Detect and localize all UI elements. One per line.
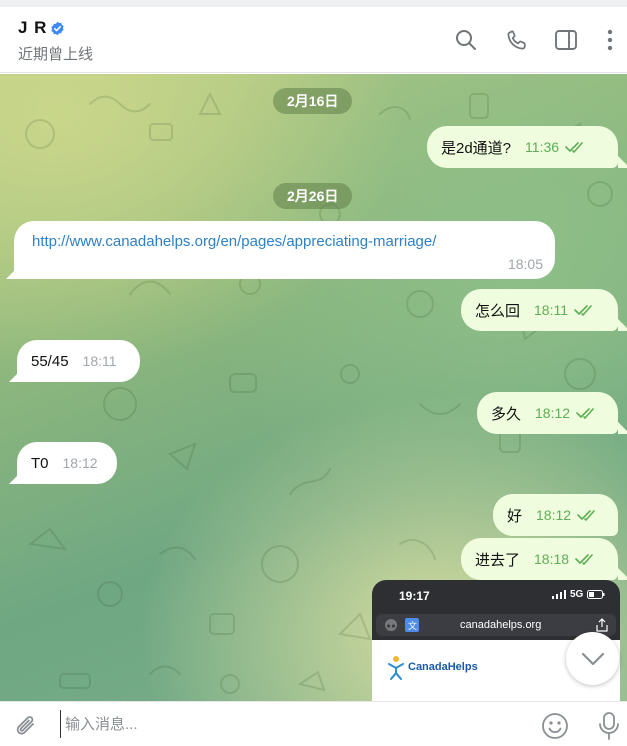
message-time: 18:12 (535, 405, 571, 421)
chevron-down-icon (581, 652, 604, 665)
photo-status-time: 19:17 (399, 589, 430, 603)
logo-text: CanadaHelps (408, 661, 478, 673)
message-text: T0 (31, 454, 49, 472)
battery-icon (587, 590, 605, 599)
message-time: 18:12 (536, 507, 572, 523)
photo-url: canadahelps.org (460, 619, 542, 631)
message-bubble-outgoing[interactable]: 怎么回 18:11 (461, 289, 618, 331)
svg-text:文: 文 (408, 620, 417, 632)
share-icon (596, 618, 608, 632)
message-time: 18:11 (82, 353, 117, 369)
phone-icon[interactable] (504, 27, 530, 53)
message-text: 怎么回 (475, 302, 521, 320)
search-icon[interactable] (453, 27, 479, 53)
message-text: 进去了 (475, 551, 521, 569)
read-double-check-icon (576, 408, 594, 419)
chat-title[interactable]: J R (18, 18, 47, 38)
logo-figure-icon (388, 656, 404, 680)
message-time: 18:18 (534, 551, 570, 567)
verified-badge-icon (51, 21, 65, 35)
message-text: 是2d通道? (441, 139, 512, 157)
message-bubble-outgoing[interactable]: 是2d通道? 11:36 (427, 126, 618, 168)
read-double-check-icon (575, 554, 593, 565)
message-input[interactable] (60, 710, 520, 738)
photo-signal: 5G (552, 589, 605, 600)
message-time: 11:36 (525, 139, 560, 155)
chat-area[interactable]: 2月16日 是2d通道? 11:36 2月26日 http://www.cana… (0, 74, 627, 701)
window-top-strip (0, 0, 627, 7)
read-double-check-icon (574, 305, 592, 316)
photo-address-field: 文 canadahelps.org (376, 614, 616, 636)
read-double-check-icon (565, 142, 583, 153)
signal-bars-icon (552, 590, 566, 599)
message-bubble-incoming[interactable]: 55/45 18:11 (17, 340, 140, 382)
emoji-icon[interactable] (540, 711, 570, 741)
network-label: 5G (570, 589, 584, 600)
message-time: 18:05 (507, 256, 543, 272)
message-text: 好 (507, 507, 523, 525)
chat-header: J R 近期曾上线 (0, 7, 627, 73)
microphone-icon[interactable] (594, 711, 624, 741)
message-bubble-incoming-link[interactable]: http://www.canadahelps.org/en/pages/appr… (14, 221, 555, 279)
message-bubble-outgoing[interactable]: 好 18:12 (493, 494, 618, 536)
chat-status: 近期曾上线 (18, 46, 94, 63)
message-bubble-outgoing[interactable]: 进去了 18:18 (461, 538, 618, 580)
message-link[interactable]: http://www.canadahelps.org/en/pages/appr… (32, 233, 436, 250)
message-text: 55/45 (31, 352, 69, 370)
date-label: 2月26日 (287, 188, 339, 204)
message-text: 多久 (491, 405, 522, 423)
sidebar-toggle-icon[interactable] (553, 27, 579, 53)
more-vertical-icon[interactable] (597, 27, 623, 53)
read-double-check-icon (577, 510, 595, 521)
message-composer (0, 701, 627, 746)
message-bubble-incoming[interactable]: T0 18:12 (17, 442, 117, 484)
attach-icon[interactable] (12, 711, 42, 741)
message-time: 18:11 (534, 302, 569, 318)
date-label: 2月16日 (287, 93, 339, 109)
canadahelps-logo: CanadaHelps (386, 654, 478, 680)
photo-status-bar: 19:17 5G (372, 580, 620, 612)
scroll-to-bottom-button[interactable] (566, 632, 619, 685)
message-bubble-outgoing[interactable]: 多久 18:12 (477, 392, 618, 434)
date-separator: 2月26日 (273, 183, 353, 209)
translate-icon: 文 (405, 618, 419, 632)
message-time: 18:12 (62, 455, 98, 471)
incognito-icon (385, 619, 397, 631)
date-separator: 2月16日 (273, 88, 353, 114)
title-row[interactable]: J R (18, 18, 65, 38)
